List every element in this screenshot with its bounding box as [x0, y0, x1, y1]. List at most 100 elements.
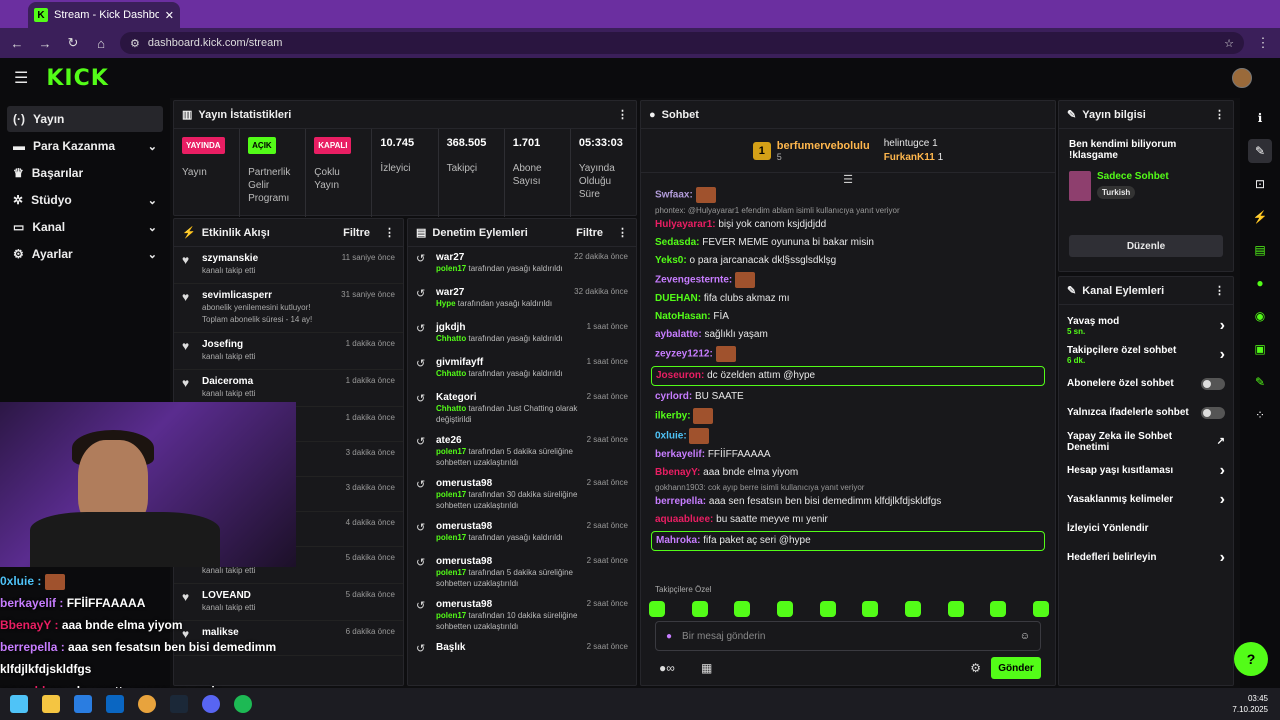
emote[interactable]	[862, 601, 879, 617]
chrome-icon[interactable]	[138, 695, 156, 713]
channel-action[interactable]: Hesap yaşı kısıtlaması ›	[1059, 456, 1233, 485]
moderator-name[interactable]: polen17	[436, 568, 466, 577]
layout-icon[interactable]: ⊡	[1248, 172, 1272, 196]
broadcast-icon[interactable]: ◉	[1248, 304, 1272, 328]
pencil-icon[interactable]: ✎	[1248, 139, 1272, 163]
moderation-target[interactable]: war27	[436, 287, 566, 298]
close-tab-icon[interactable]: ✕	[165, 9, 174, 22]
spotify-icon[interactable]	[234, 695, 252, 713]
collapse-icon[interactable]: ☰	[641, 173, 1055, 186]
moderator-name[interactable]: Hype	[436, 299, 456, 308]
channel-action[interactable]: Yavaş mod 5 sn. ›	[1059, 311, 1233, 340]
moderation-target[interactable]: omerusta98	[436, 478, 579, 489]
sidebar-item-ayarlar[interactable]: ⚙ Ayarlar ⌄	[7, 241, 163, 267]
chat-username[interactable]: cyrlord:	[655, 391, 692, 402]
moderator-name[interactable]: Chhatto	[436, 404, 466, 413]
moderator-name[interactable]: polen17	[436, 264, 466, 273]
back-icon[interactable]: ←	[8, 36, 26, 51]
chat-username[interactable]: NatoHasan:	[655, 311, 711, 322]
microphone-icon[interactable]: ●	[666, 631, 672, 642]
taskbar-clock[interactable]: 03:45 7.10.2025	[1232, 693, 1268, 715]
chat-icon[interactable]: ●	[1248, 271, 1272, 295]
sidebar-item-yayin[interactable]: (·) Yayın	[7, 106, 163, 132]
channel-action[interactable]: Hedefleri belirleyin ›	[1059, 543, 1233, 572]
document-icon[interactable]: ▤	[1248, 238, 1272, 262]
settings-gear-icon[interactable]: ⚙	[970, 661, 981, 675]
moderator-name[interactable]: polen17	[436, 611, 466, 620]
chat-username[interactable]: ilkerby:	[655, 411, 691, 422]
send-button[interactable]: Gönder	[991, 657, 1041, 679]
user-avatar[interactable]	[1232, 68, 1252, 88]
moderation-target[interactable]: omerusta98	[436, 599, 579, 610]
emote[interactable]	[819, 601, 836, 617]
toggle-switch[interactable]	[1201, 377, 1225, 390]
activity-user[interactable]: szymanskie	[202, 253, 334, 265]
sidebar-item-kanal[interactable]: ▭ Kanal ⌄	[7, 214, 163, 240]
chat-username[interactable]: Sedasda:	[655, 237, 699, 248]
store-icon[interactable]	[74, 695, 92, 713]
browser-tab[interactable]: K Stream - Kick Dashboard ✕	[28, 2, 180, 28]
chat-username[interactable]: aquaabluee:	[655, 514, 713, 525]
emote[interactable]	[947, 601, 964, 617]
bolt-icon[interactable]: ⚡	[1248, 205, 1272, 229]
emote[interactable]	[691, 601, 708, 617]
moderation-target[interactable]: war27	[436, 252, 566, 263]
channel-action[interactable]: Abonelere özel sohbet	[1059, 369, 1233, 398]
info-icon[interactable]: ℹ	[1248, 106, 1272, 130]
channel-action[interactable]: Yalnızca ifadelerle sohbet	[1059, 398, 1233, 427]
more-options-icon[interactable]: ⋮	[617, 108, 628, 121]
apps-icon[interactable]: ⁘	[1248, 403, 1272, 427]
sidebar-item-basarilar[interactable]: ♛ Başarılar	[7, 160, 163, 186]
sidebar-item-studyo[interactable]: ✲ Stüdyo ⌄	[7, 187, 163, 213]
emote[interactable]	[990, 601, 1007, 617]
chat-username[interactable]: BbenayY:	[655, 467, 700, 478]
store-icon[interactable]: ▦	[701, 661, 712, 675]
activity-user[interactable]: Josefing	[202, 339, 338, 351]
kicks-icon[interactable]: ●∞	[659, 661, 675, 675]
more-options-icon[interactable]: ⋮	[617, 226, 628, 239]
category-link[interactable]: Sadece Sohbet	[1097, 171, 1169, 182]
bookmark-star-icon[interactable]: ☆	[1224, 37, 1234, 50]
chat-username[interactable]: Joseuron:	[656, 370, 704, 381]
emoji-icon[interactable]: ☺	[1020, 631, 1030, 642]
emote[interactable]	[1032, 601, 1049, 617]
chat-username[interactable]: Yeks0:	[655, 255, 687, 266]
activity-user[interactable]: sevimlicasperr	[202, 290, 333, 302]
edit-button[interactable]: Düzenle	[1069, 235, 1223, 257]
chat-input[interactable]: ● Bir mesaj gönderin ☺	[655, 621, 1041, 651]
moderation-target[interactable]: ate26	[436, 435, 579, 446]
chat-username[interactable]: Zevengesternte:	[655, 275, 732, 286]
moderator-name[interactable]: Chhatto	[436, 334, 466, 343]
chat-username[interactable]: Mahroka:	[656, 535, 700, 546]
moderation-target[interactable]: jgkdjh	[436, 322, 579, 333]
leaderboard-first[interactable]: 1 berfumervebolulu 5	[752, 140, 870, 162]
chat-username[interactable]: Swfaax:	[655, 190, 693, 201]
filter-button[interactable]: Filtre	[576, 227, 603, 239]
forward-icon[interactable]: →	[36, 36, 54, 51]
channel-action[interactable]: Takipçilere özel sohbet 6 dk. ›	[1059, 340, 1233, 369]
hamburger-menu-icon[interactable]: ☰	[14, 68, 28, 88]
moderation-target[interactable]: Başlık	[436, 642, 579, 653]
toggle-switch[interactable]	[1201, 406, 1225, 419]
help-button[interactable]: ?	[1234, 642, 1268, 676]
site-info-icon[interactable]: ⚙	[130, 37, 140, 50]
more-options-icon[interactable]: ⋮	[1214, 108, 1225, 121]
windows-start-icon[interactable]	[10, 695, 28, 713]
moderator-name[interactable]: polen17	[436, 533, 466, 542]
steam-icon[interactable]	[170, 695, 188, 713]
emote[interactable]	[734, 601, 751, 617]
more-options-icon[interactable]: ⋮	[384, 226, 395, 239]
moderation-target[interactable]: Kategori	[436, 392, 579, 403]
mod-icon[interactable]: ▣	[1248, 337, 1272, 361]
moderator-name[interactable]: polen17	[436, 447, 466, 456]
outlook-icon[interactable]	[106, 695, 124, 713]
more-options-icon[interactable]: ⋮	[1214, 284, 1225, 297]
emote[interactable]	[776, 601, 793, 617]
channel-action[interactable]: İzleyici Yönlendir	[1059, 514, 1233, 543]
leaderboard-second[interactable]: helintugce 1	[884, 137, 943, 151]
channel-action[interactable]: Yapay Zeka ile Sohbet Denetimi ↗	[1059, 427, 1233, 456]
menu-dots-icon[interactable]: ⋮	[1254, 35, 1272, 51]
discord-icon[interactable]	[202, 695, 220, 713]
activity-user[interactable]: Daiceroma	[202, 376, 338, 388]
moderator-name[interactable]: polen17	[436, 490, 466, 499]
